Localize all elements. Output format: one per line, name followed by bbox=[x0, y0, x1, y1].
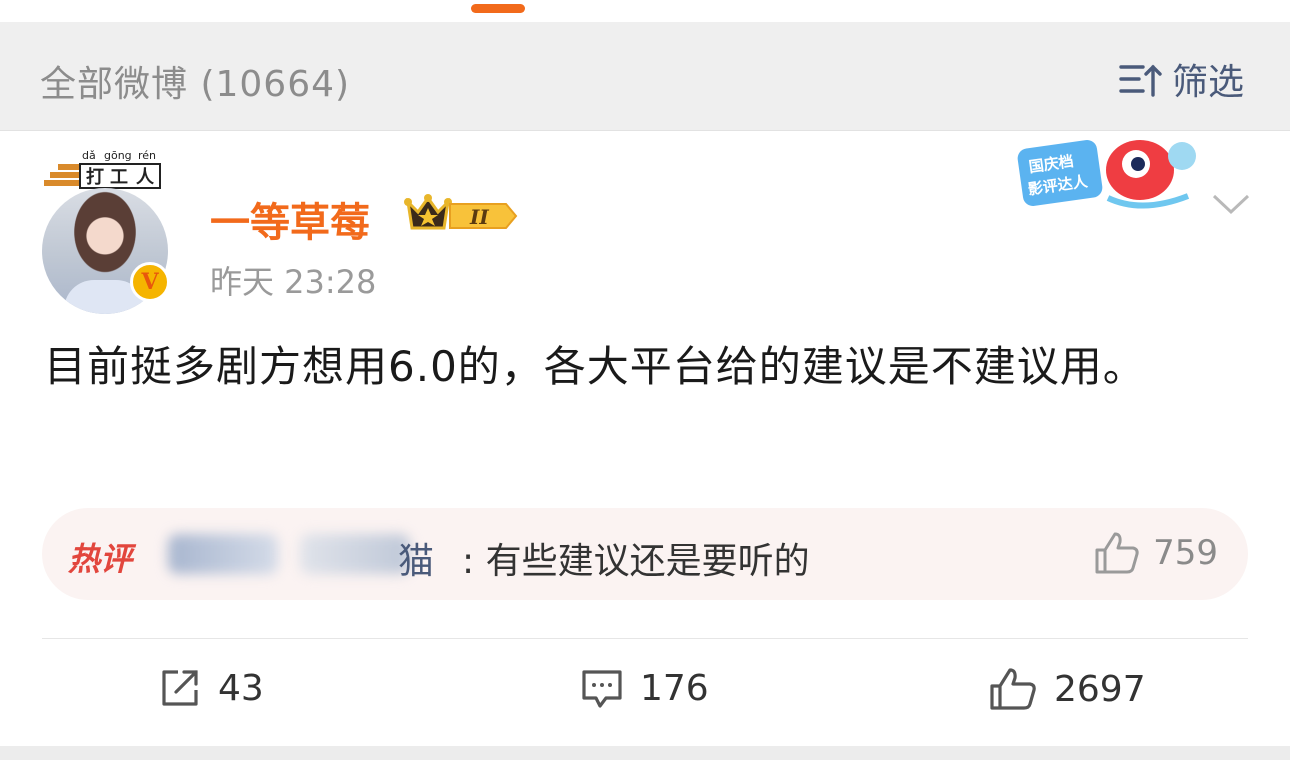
blurred-username-part bbox=[168, 534, 278, 574]
level-label: II bbox=[469, 205, 489, 229]
watermark bbox=[1084, 716, 1280, 746]
comment-button[interactable]: 176 bbox=[580, 666, 709, 710]
filter-icon bbox=[1119, 64, 1162, 97]
active-tab-indicator bbox=[471, 4, 525, 13]
hot-comment[interactable]: 热评 猫 : 有些建议还是要听的 759 bbox=[42, 508, 1248, 600]
comment-icon bbox=[582, 670, 622, 708]
verified-badge-icon: V bbox=[130, 262, 170, 302]
like-button[interactable]: 2697 bbox=[988, 666, 1146, 712]
hot-comment-like-count: 759 bbox=[1153, 533, 1218, 573]
crown-level-icon[interactable]: II bbox=[404, 190, 524, 234]
hot-comment-author[interactable]: 猫 bbox=[398, 532, 434, 584]
filter-label: 筛选 bbox=[1171, 62, 1244, 103]
badge-pinyin-2: gōng bbox=[104, 150, 132, 162]
repost-button[interactable]: 43 bbox=[158, 666, 264, 710]
repost-count: 43 bbox=[218, 667, 264, 709]
repost-icon bbox=[162, 670, 198, 706]
posts-count-title: 全部微博 (10664) bbox=[40, 64, 351, 105]
comment-count: 176 bbox=[640, 667, 709, 709]
top-strip bbox=[0, 0, 1290, 22]
thumb-up-icon bbox=[990, 668, 1036, 710]
badge-char-2: 工 bbox=[110, 167, 128, 188]
badge-char-1: 打 bbox=[86, 166, 104, 188]
thumb-up-icon bbox=[1095, 532, 1139, 574]
hot-comment-label: 热评 bbox=[68, 540, 133, 578]
blurred-username-part bbox=[300, 534, 410, 574]
post-content: 目前挺多剧方想用6.0的，各大平台给的建议是不建议用。 bbox=[44, 342, 1146, 391]
hot-comment-text: : 有些建议还是要听的 bbox=[462, 541, 810, 582]
author-name[interactable]: 一等草莓 bbox=[210, 190, 370, 248]
filter-bar: 全部微博 (10664) 筛选 bbox=[0, 22, 1290, 131]
chevron-down-icon[interactable] bbox=[1210, 186, 1252, 220]
movie-review-badge-icon: 国庆档 影评达人 bbox=[1017, 140, 1196, 209]
author-avatar-group[interactable]: dǎ gōng rén 打 工 人 V bbox=[40, 150, 180, 314]
badge-char-3: 人 bbox=[136, 167, 155, 188]
hot-comment-like-button[interactable]: 759 bbox=[1093, 530, 1218, 576]
post-timestamp: 昨天 23:28 bbox=[210, 263, 377, 301]
badge-pinyin-1: dǎ bbox=[82, 150, 96, 162]
badge-pinyin-3: rén bbox=[138, 150, 156, 162]
filter-button[interactable]: 筛选 bbox=[1118, 53, 1244, 105]
bottom-strip bbox=[0, 746, 1290, 760]
like-count: 2697 bbox=[1054, 668, 1146, 710]
divider bbox=[42, 638, 1248, 639]
